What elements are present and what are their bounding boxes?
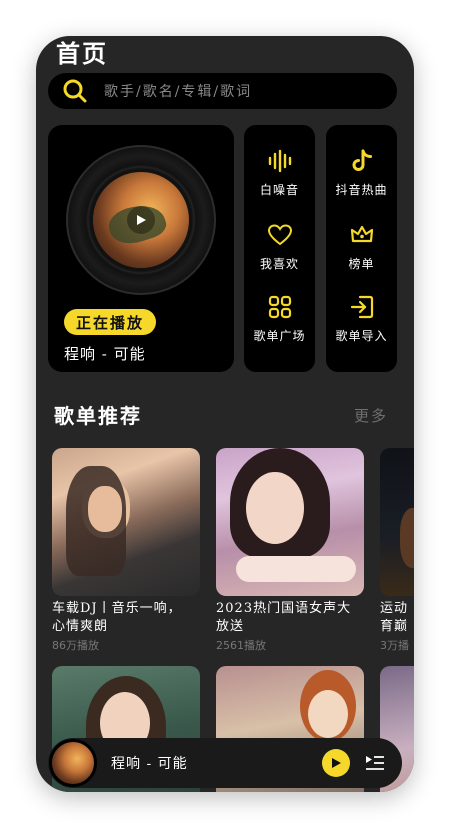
search-icon	[63, 79, 87, 103]
playlist-name: 运动 育巅	[380, 601, 409, 634]
playlist-card[interactable]: 运动 育巅 3万播	[380, 448, 414, 653]
menu-label: 我喜欢	[259, 257, 299, 271]
playlist-play-count: 2561播放	[216, 639, 266, 652]
mini-player[interactable]: 程响 - 可能	[48, 738, 402, 788]
playlist-name: 2023热门国语女声大 放送	[216, 601, 352, 634]
vinyl-record[interactable]	[66, 145, 216, 295]
mini-player-song: 程响 - 可能	[111, 756, 188, 772]
mini-play-button[interactable]	[322, 749, 350, 777]
page-title: 首页	[56, 39, 108, 68]
play-icon	[332, 758, 341, 768]
mini-album-cover[interactable]	[49, 739, 97, 787]
playlist-cover	[216, 448, 364, 596]
search-input[interactable]: 歌手/歌名/专辑/歌词	[48, 73, 397, 109]
quick-menu-column-2: 抖音热曲 榜单 歌单导入	[326, 125, 397, 372]
playlist-cover	[380, 448, 414, 596]
menu-item-import-playlist[interactable]: 歌单导入	[326, 293, 397, 353]
queue-icon	[366, 756, 384, 770]
phone-screen: 首页 歌手/歌名/专辑/歌词 正在播放 程响 - 可能 白噪音 我喜欢 歌单广场…	[36, 36, 414, 792]
menu-item-charts[interactable]: 榜单	[326, 221, 397, 281]
menu-item-favorites[interactable]: 我喜欢	[244, 221, 315, 281]
now-playing-card[interactable]: 正在播放 程响 - 可能	[48, 125, 234, 372]
search-placeholder: 歌手/歌名/专辑/歌词	[104, 84, 253, 100]
section-title: 歌单推荐	[54, 404, 142, 428]
play-icon[interactable]	[127, 206, 155, 234]
menu-item-playlist-square[interactable]: 歌单广场	[244, 293, 315, 353]
menu-label: 歌单导入	[335, 329, 388, 343]
album-cover	[93, 172, 189, 268]
queue-button[interactable]	[364, 752, 386, 774]
playlist-name: 车载DJ丨音乐一响， 心情爽朗	[52, 601, 182, 634]
playlist-card[interactable]: 2023热门国语女声大 放送 2561播放	[216, 448, 364, 653]
heart-icon	[267, 224, 292, 246]
now-playing-song: 程响 - 可能	[64, 345, 146, 363]
grid-icon	[268, 295, 291, 319]
import-icon	[350, 295, 373, 319]
crown-icon	[350, 225, 373, 243]
menu-label: 榜单	[348, 257, 375, 271]
now-playing-badge: 正在播放	[64, 309, 157, 335]
playlist-cover	[52, 448, 200, 596]
soundwave-icon	[268, 149, 291, 173]
tiktok-icon	[352, 149, 372, 171]
menu-label: 白噪音	[259, 183, 299, 197]
more-link[interactable]: 更多	[354, 405, 388, 426]
playlist-card[interactable]: 车载DJ丨音乐一响， 心情爽朗 86万播放	[52, 448, 200, 653]
playlist-play-count: 3万播	[380, 639, 409, 652]
menu-item-douyin-hits[interactable]: 抖音热曲	[326, 147, 397, 207]
menu-item-white-noise[interactable]: 白噪音	[244, 147, 315, 207]
playlist-play-count: 86万播放	[52, 639, 99, 652]
menu-label: 歌单广场	[253, 329, 306, 343]
menu-label: 抖音热曲	[335, 183, 388, 197]
quick-menu-column-1: 白噪音 我喜欢 歌单广场	[244, 125, 315, 372]
